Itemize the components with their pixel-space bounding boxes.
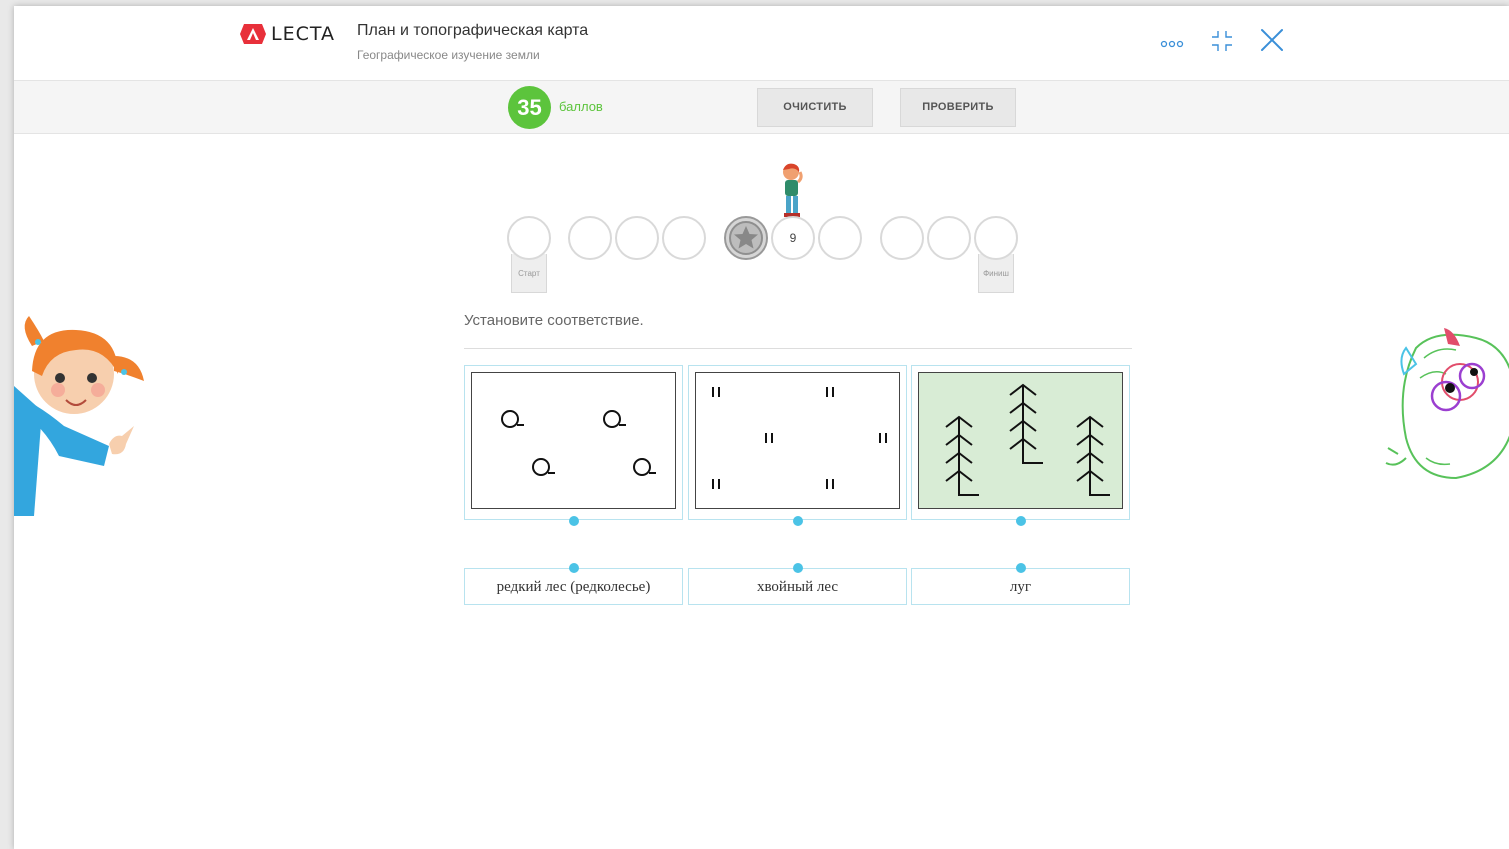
- page-subtitle: Географическое изучение земли: [357, 48, 540, 62]
- progress-step[interactable]: [568, 216, 612, 260]
- progress-step-completed[interactable]: [724, 216, 768, 260]
- close-button[interactable]: [1257, 26, 1287, 56]
- meadow-symbol-image: [695, 372, 900, 509]
- close-icon: [1261, 29, 1283, 51]
- answer-connector-dot[interactable]: [569, 563, 579, 573]
- lecta-logo-icon: [240, 24, 266, 44]
- sparse-forest-symbol-image: [471, 372, 676, 509]
- answer-option[interactable]: хвойный лес: [688, 563, 907, 605]
- answer-label: хвойный лес: [756, 579, 839, 595]
- toolbar: 35 баллов ОЧИСТИТЬ ПРОВЕРИТЬ: [14, 81, 1509, 134]
- coniferous-symbol-image: [918, 372, 1123, 509]
- boy-character-image: [783, 163, 803, 217]
- page-title: План и топографическая карта: [357, 22, 589, 39]
- girl-character-image: [14, 316, 144, 516]
- progress-start-step[interactable]: [507, 216, 551, 260]
- progress-finish-step[interactable]: [974, 216, 1018, 260]
- progress-step[interactable]: [880, 216, 924, 260]
- monster-character-image: [1385, 328, 1509, 480]
- divider: [464, 348, 1132, 349]
- answer-connector-dot[interactable]: [793, 563, 803, 573]
- progress-step[interactable]: [662, 216, 706, 260]
- answer-option[interactable]: редкий лес (редколесье): [464, 563, 683, 605]
- app-window: LECTA План и топографическая карта Геогр…: [14, 6, 1509, 849]
- task-instruction: Установите соответствие.: [464, 312, 644, 329]
- match-card-meadow-symbols[interactable]: [688, 365, 907, 526]
- match-card-coniferous[interactable]: [911, 365, 1130, 526]
- progress-step[interactable]: [927, 216, 971, 260]
- answer-label: редкий лес (редколесье): [496, 579, 651, 595]
- collapse-icon: [1212, 31, 1232, 51]
- logo: LECTA: [240, 22, 335, 46]
- answer-connector-dot[interactable]: [1016, 563, 1026, 573]
- score-label: баллов: [559, 99, 603, 114]
- card-connector-dot[interactable]: [569, 516, 579, 526]
- collapse-button[interactable]: [1207, 26, 1237, 56]
- more-button[interactable]: [1157, 26, 1187, 56]
- progress-step-current[interactable]: 9: [771, 216, 815, 260]
- card-connector-dot[interactable]: [793, 516, 803, 526]
- logo-text: LECTA: [271, 23, 335, 45]
- header: LECTA План и топографическая карта Геогр…: [14, 6, 1509, 81]
- card-connector-dot[interactable]: [1016, 516, 1026, 526]
- match-card-sparse-forest[interactable]: [464, 365, 683, 526]
- check-button[interactable]: ПРОВЕРИТЬ: [900, 88, 1016, 127]
- star-icon: [729, 221, 763, 255]
- answer-label: луг: [1009, 579, 1032, 595]
- score-badge: 35: [508, 86, 551, 129]
- progress-step[interactable]: [818, 216, 862, 260]
- more-icon: [1160, 40, 1184, 48]
- clear-button[interactable]: ОЧИСТИТЬ: [757, 88, 873, 127]
- answer-option[interactable]: луг: [911, 563, 1130, 605]
- progress-step[interactable]: [615, 216, 659, 260]
